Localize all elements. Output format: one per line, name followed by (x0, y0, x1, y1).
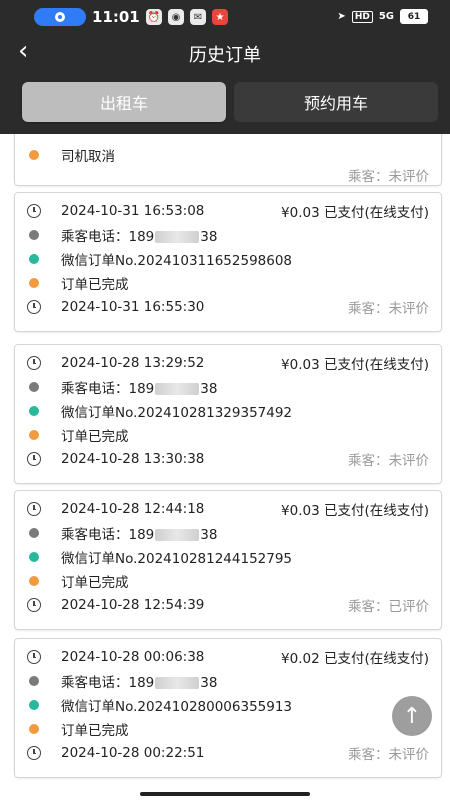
passenger-phone: 乘客电话：189 38 (61, 381, 218, 397)
order-number: 微信订单No.202410311652598608 (61, 253, 293, 269)
page-title: 历史订单 (189, 45, 261, 66)
status-dot-icon (29, 278, 39, 288)
tab-taxi[interactable]: 出租车 (22, 82, 226, 122)
order-dot-icon (29, 552, 39, 562)
passenger-dot-icon (29, 676, 39, 686)
status-time: 11:01 (92, 8, 140, 26)
order-card[interactable]: 2024-10-28 13:29:52 ¥0.03 已支付(在线支付) 乘客电话… (14, 344, 442, 484)
end-time: 2024-10-28 00:22:51 (61, 745, 205, 761)
passenger-dot-icon (29, 230, 39, 240)
evaluation-status: 乘客：未评价 (348, 453, 429, 469)
passenger-dot-icon (29, 528, 39, 538)
masked-digits (155, 529, 200, 541)
order-dot-icon (29, 700, 39, 710)
start-time: 2024-10-28 00:06:38 (61, 649, 205, 665)
tab-bar: 出租车 预约用车 (22, 82, 438, 124)
home-indicator[interactable] (140, 792, 310, 796)
signal-icon: 5G (378, 11, 394, 22)
nav-bar: ‹ 历史订单 (0, 34, 450, 74)
passenger-phone: 乘客电话：189 38 (61, 229, 218, 245)
start-time: 2024-10-28 12:44:18 (61, 501, 205, 517)
location-icon (55, 12, 65, 22)
arrow-up-icon[interactable]: ↑ (392, 696, 432, 736)
clock-icon (27, 650, 41, 664)
evaluation-status: 乘客：已评价 (348, 599, 429, 615)
order-number: 微信订单No.202410281244152795 (61, 551, 293, 567)
status-dot-icon (29, 150, 39, 160)
hd-icon: HD (351, 10, 373, 23)
end-time: 2024-10-28 12:54:39 (61, 597, 205, 613)
clock-icon (27, 204, 41, 218)
tab-reserved-ride[interactable]: 预约用车 (234, 82, 438, 122)
message-icon: ✉ (190, 9, 206, 25)
start-time: 2024-10-28 13:29:52 (61, 355, 205, 371)
clock-icon (27, 356, 41, 370)
order-status: 订单已完成 (61, 575, 129, 591)
notification-icons: ⏰ ◉ ✉ ★ (146, 9, 228, 25)
order-card[interactable]: 2024-10-31 16:53:08 ¥0.03 已支付(在线支付) 乘客电话… (14, 192, 442, 332)
clock-icon (27, 452, 41, 466)
start-time: 2024-10-31 16:53:08 (61, 203, 205, 219)
passenger-dot-icon (29, 382, 39, 392)
order-status: 订单已完成 (61, 429, 129, 445)
app-notification-icon: ★ (212, 9, 228, 25)
order-card-partial[interactable]: 司机取消 乘客：未评价 (14, 134, 442, 186)
clock-icon (27, 300, 41, 314)
app-icon: ◉ (168, 9, 184, 25)
clock-icon (27, 502, 41, 516)
app-header: 11:01 ⏰ ◉ ✉ ★ ➤ HD 5G 61 ‹ 历史订单 出租车 预约用车 (0, 0, 450, 134)
status-dot-icon (29, 576, 39, 586)
order-status: 订单已完成 (61, 723, 129, 739)
order-number: 微信订单No.202410280006355913 (61, 699, 293, 715)
status-dot-icon (29, 724, 39, 734)
clock-icon (27, 598, 41, 612)
evaluation-status: 乘客：未评价 (348, 169, 429, 185)
status-bar: 11:01 ⏰ ◉ ✉ ★ ➤ HD 5G 61 (0, 0, 450, 34)
order-status: 司机取消 (61, 149, 115, 165)
masked-digits (155, 383, 200, 395)
status-dot-icon (29, 430, 39, 440)
system-icons: ➤ HD 5G 61 (337, 9, 428, 24)
payment-info: ¥0.02 已支付(在线支付) (281, 651, 429, 667)
order-status: 订单已完成 (61, 277, 129, 293)
location-indicator (34, 8, 86, 26)
order-card[interactable]: 2024-10-28 12:44:18 ¥0.03 已支付(在线支付) 乘客电话… (14, 490, 442, 630)
navigation-arrow-icon: ➤ (337, 11, 346, 22)
payment-info: ¥0.03 已支付(在线支付) (281, 503, 429, 519)
order-dot-icon (29, 254, 39, 264)
chevron-left-icon[interactable]: ‹ (18, 38, 46, 66)
passenger-phone: 乘客电话：189 38 (61, 675, 218, 691)
passenger-phone: 乘客电话：189 38 (61, 527, 218, 543)
masked-digits (155, 677, 200, 689)
order-number: 微信订单No.202410281329357492 (61, 405, 293, 421)
order-dot-icon (29, 406, 39, 416)
order-card[interactable]: 2024-10-28 00:06:38 ¥0.02 已支付(在线支付) 乘客电话… (14, 638, 442, 778)
end-time: 2024-10-28 13:30:38 (61, 451, 205, 467)
payment-info: ¥0.03 已支付(在线支付) (281, 357, 429, 373)
payment-info: ¥0.03 已支付(在线支付) (281, 205, 429, 221)
order-list[interactable]: 司机取消 乘客：未评价 2024-10-31 16:53:08 ¥0.03 已支… (0, 134, 450, 800)
evaluation-status: 乘客：未评价 (348, 747, 429, 763)
evaluation-status: 乘客：未评价 (348, 301, 429, 317)
masked-digits (155, 231, 200, 243)
alarm-icon: ⏰ (146, 9, 162, 25)
end-time: 2024-10-31 16:55:30 (61, 299, 205, 315)
battery-icon: 61 (400, 9, 428, 24)
clock-icon (27, 746, 41, 760)
